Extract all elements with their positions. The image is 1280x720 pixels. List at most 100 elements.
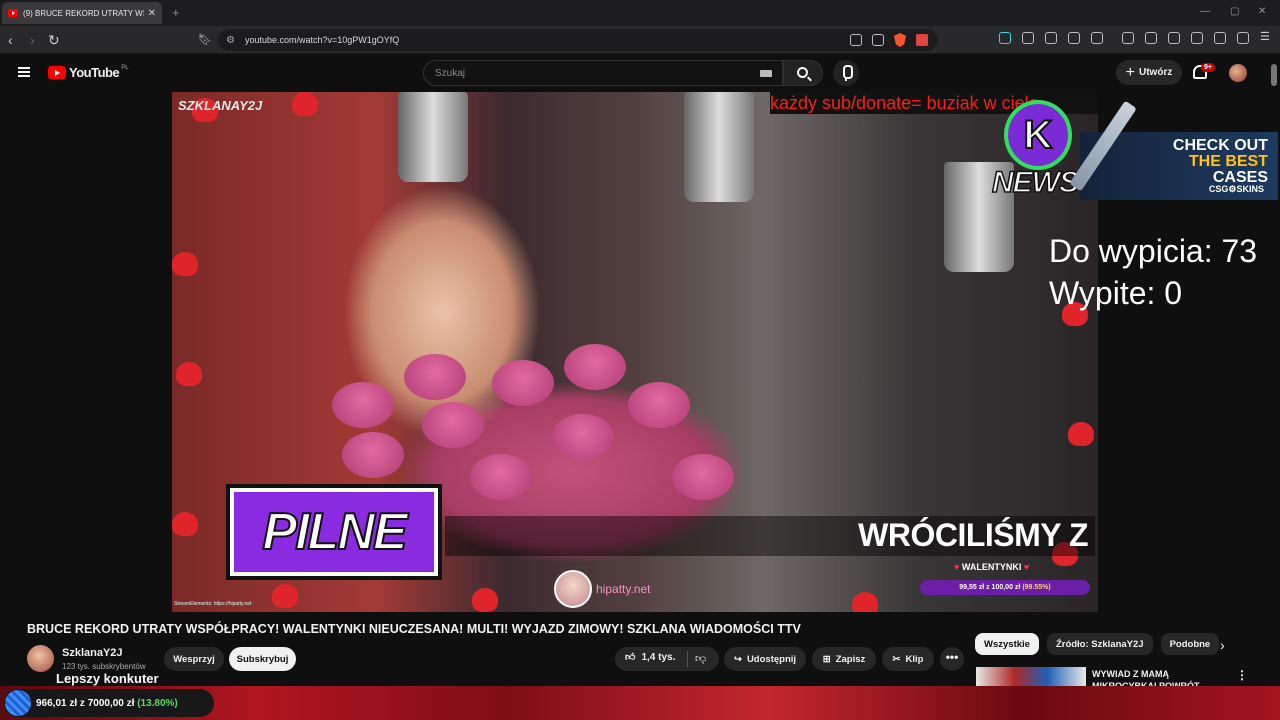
video-title: BRUCE REKORD UTRATY WSPÓŁPRACY! WALENTYN… — [27, 622, 801, 636]
new-tab-button[interactable]: + — [172, 5, 180, 20]
ad-line-2: THE BEST — [1188, 153, 1268, 170]
donation-goal-bar: 99,55 zł z 100,00 zł (99.55%) — [920, 580, 1090, 595]
save-label: Zapisz — [835, 653, 866, 665]
hipatty-overlay: hipatty.net — [554, 570, 650, 608]
site-settings-icon[interactable]: ⚙ — [226, 35, 235, 46]
knews-logo: K NEWS — [991, 100, 1080, 202]
save-button[interactable]: ⊞ Zapisz — [812, 647, 876, 671]
hipatty-avatar — [554, 570, 592, 608]
goal-percent: (99.55%) — [1022, 584, 1051, 591]
sidebar-icon[interactable] — [1168, 32, 1180, 44]
chip-source[interactable]: Źródło: SzklanaY2J — [1046, 633, 1153, 655]
pilne-badge: PILNE — [230, 488, 438, 576]
download-icon[interactable] — [1122, 32, 1134, 44]
forward-icon[interactable]: › — [30, 32, 35, 48]
menu-icon[interactable]: ☰ — [1260, 32, 1272, 44]
stream-goal-bar: 966,01 zł z 7000,00 zł (13.80%) — [4, 689, 214, 717]
wallet-icon[interactable] — [1191, 32, 1203, 44]
video-player[interactable]: SZKLANAY2J każdy sub/donate= buziak w ci… — [172, 92, 1098, 612]
heart-icon: ♥ — [1021, 562, 1030, 572]
streamelements-credit: StreamElements: https://hipatty.net — [174, 601, 252, 607]
support-button[interactable]: Wesprzyj — [164, 647, 224, 671]
browser-tab-active[interactable]: (9) BRUCE REKORD UTRATY WSP ✕ — [2, 2, 162, 24]
chip-related[interactable]: Podobne — [1160, 633, 1220, 655]
chevron-right-icon[interactable]: › — [1220, 637, 1225, 653]
lamp-decoration — [684, 92, 754, 202]
like-button[interactable]: 👍︎ 1,4 tys. — [625, 651, 676, 664]
ad-brand: CSG⚙SKINS — [1208, 184, 1264, 194]
leo-icon[interactable] — [1214, 32, 1226, 44]
browser-nav-bar: ‹ › ↻ 🔖︎ ⚙ youtube.com/watch?v=10gPW1gOY… — [0, 26, 1280, 54]
guide-menu-icon[interactable] — [18, 67, 30, 77]
channel-avatar[interactable] — [27, 645, 54, 672]
heart-decoration — [272, 584, 298, 608]
hipatty-link: hipatty.net — [596, 582, 651, 596]
reload-icon[interactable]: ↻ — [48, 32, 60, 48]
create-label: Utwórz — [1139, 67, 1173, 78]
cast-icon[interactable] — [850, 34, 862, 46]
subscribe-button[interactable]: Subskrybuj — [229, 647, 296, 671]
do-wypicia-text: Do wypicia: 73 — [1049, 233, 1258, 269]
puzzle-icon[interactable] — [1068, 32, 1080, 44]
heart-icon: ♥ — [954, 562, 962, 572]
create-button[interactable]: + Utwórz — [1116, 60, 1182, 85]
clip-label: Klip — [905, 653, 924, 665]
search-input[interactable]: Szukaj — [423, 60, 783, 86]
page-scrollbar[interactable] — [1270, 56, 1278, 686]
brave-shields-icon[interactable] — [894, 33, 906, 47]
tab-title: (9) BRUCE REKORD UTRATY WSP — [23, 8, 144, 18]
bookmark-icon[interactable]: 🔖︎ — [198, 32, 212, 48]
chip-all[interactable]: Wszystkie — [975, 633, 1039, 655]
subscriber-count: 123 tys. subskrybentów — [62, 662, 146, 671]
tab-search-icon[interactable] — [1091, 32, 1103, 44]
heart-decoration — [472, 588, 498, 612]
minimize-icon[interactable]: — — [1200, 6, 1210, 17]
extension-icon[interactable] — [999, 32, 1011, 44]
kebab-menu-icon[interactable]: ⋮ — [1236, 668, 1248, 682]
filter-chips: Wszystkie Źródło: SzklanaY2J Podobne — [975, 633, 1220, 655]
more-actions-button[interactable]: ••• — [940, 647, 964, 671]
cupcake — [628, 382, 690, 428]
thumbs-down-icon[interactable]: 👎︎ — [695, 652, 706, 665]
heart-decoration — [176, 362, 202, 386]
address-bar[interactable]: ⚙ youtube.com/watch?v=10gPW1gOYfQ — [218, 29, 938, 51]
lamp-decoration — [398, 92, 468, 182]
cupcake — [552, 414, 614, 460]
cupcake — [672, 454, 734, 500]
cupcake — [404, 354, 466, 400]
keyboard-icon[interactable] — [760, 70, 772, 77]
share-button[interactable]: ↪ Udostępnij — [724, 647, 806, 671]
tab-close-icon[interactable]: ✕ — [148, 8, 156, 19]
plus-icon: + — [1125, 63, 1135, 81]
maximize-icon[interactable]: ▢ — [1230, 6, 1239, 17]
thumbs-up-icon: 👍︎ — [625, 652, 636, 663]
extension-icon[interactable] — [1045, 32, 1057, 44]
search-icon — [797, 67, 808, 78]
media-icon[interactable] — [1145, 32, 1157, 44]
heart-decoration — [852, 592, 878, 612]
channel-watermark: SZKLANAY2J — [178, 98, 263, 113]
goal-icon — [5, 690, 31, 716]
youtube-logo[interactable]: YouTube PL — [48, 65, 129, 80]
clip-button[interactable]: ✂ Klip — [882, 647, 934, 671]
youtube-play-icon — [48, 66, 66, 79]
walentynki-label: ♥ WALENTYNKI ♥ — [954, 562, 1029, 572]
walentynki-text: WALENTYNKI — [961, 562, 1022, 572]
channel-name[interactable]: SzklanaY2J — [62, 647, 123, 659]
extension-icon[interactable] — [1022, 32, 1034, 44]
divider — [687, 651, 688, 667]
cupcake — [342, 432, 404, 478]
search-button[interactable] — [783, 60, 823, 86]
search-placeholder: Szukaj — [435, 67, 466, 79]
share-icon[interactable] — [872, 34, 884, 46]
wypite-text: Wypite: 0 — [1049, 275, 1183, 311]
drink-counter: Do wypicia: 73 Wypite: 0 — [1049, 230, 1257, 314]
rewards-icon[interactable] — [916, 34, 928, 46]
back-icon[interactable]: ‹ — [8, 32, 13, 48]
voice-search-icon[interactable] — [833, 60, 859, 86]
scrollbar-thumb[interactable] — [1271, 64, 1277, 86]
vpn-icon[interactable] — [1237, 32, 1249, 44]
window-close-icon[interactable]: ✕ — [1258, 6, 1266, 17]
user-avatar[interactable] — [1229, 64, 1247, 82]
like-count: 1,4 tys. — [641, 651, 676, 663]
